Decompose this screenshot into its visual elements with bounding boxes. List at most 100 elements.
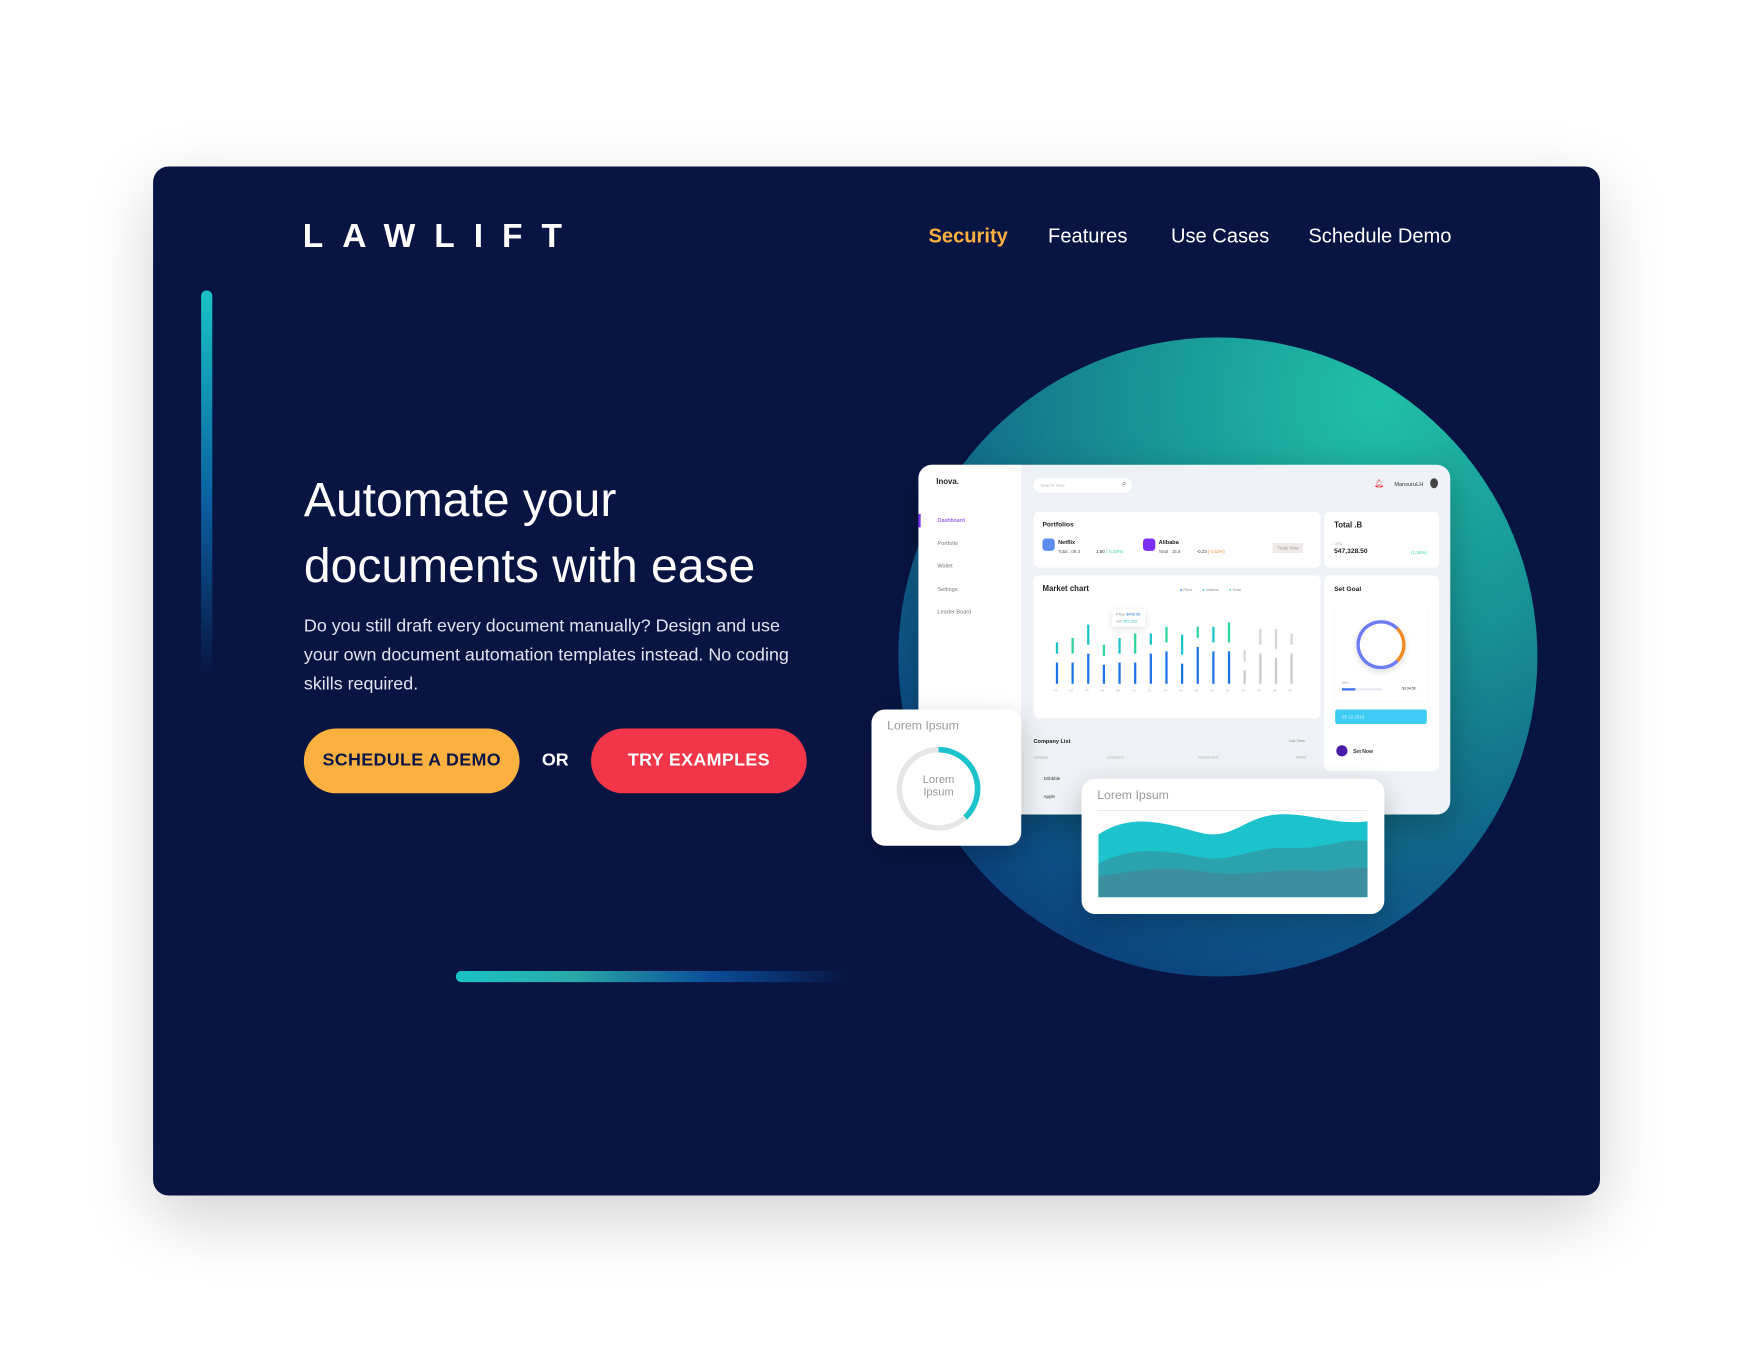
nav-security[interactable]: Security [928, 225, 1007, 248]
market-bar [1087, 653, 1090, 684]
market-title: Market chart [1042, 585, 1089, 594]
x-tick-label: 18 [1194, 688, 1199, 693]
netflix-change: 1.50 [1096, 548, 1105, 555]
x-tick-label: 08 [1116, 688, 1120, 693]
title-line-1: Automate your [303, 473, 617, 528]
market-bar [1055, 662, 1059, 684]
alibaba-name: Alibaba [1158, 539, 1179, 547]
area-chart [1098, 814, 1368, 898]
market-bar [1212, 650, 1215, 684]
col-investment: Investment [1107, 755, 1124, 760]
company-row: Apple [1043, 793, 1056, 799]
alibaba-pct: ( 0.52%) [1207, 548, 1225, 555]
x-tick-label: 26 [1256, 688, 1261, 693]
sidebar-item-dashboard: Dashboard [937, 517, 965, 525]
schedule-demo-button[interactable]: SCHEDULE A DEMO [303, 728, 520, 794]
portfolios-title: Portfolios [1042, 521, 1074, 529]
x-tick-label: 30 [1288, 688, 1292, 693]
netflix-name: Netflix [1058, 539, 1076, 547]
x-tick-label: 10 [1131, 688, 1136, 693]
volume-segment [1274, 629, 1278, 650]
dashboard-brand: Inova. [936, 478, 959, 487]
set-goal-panel: Set Goal 85% $134.50 05 12 2019 Set Now [1324, 575, 1440, 771]
logo[interactable]: LAWLIFT [303, 218, 581, 256]
x-tick-label: 12 [1147, 688, 1152, 693]
trade-now-button: Trade Now [1272, 543, 1304, 554]
alibaba-total: Total : 15.8 [1158, 548, 1181, 555]
legend-volume: ● Volume [1202, 587, 1219, 593]
total-pct: (1.34%) [1411, 549, 1427, 556]
hero-description: Do you still draft every document manual… [303, 616, 789, 694]
col-company: Company [1033, 755, 1048, 760]
x-tick-label: 06 [1100, 688, 1105, 693]
volume-segment [1055, 642, 1059, 654]
nav-schedule-demo[interactable]: Schedule Demo [1308, 225, 1451, 248]
market-bar [1274, 658, 1278, 684]
volume-segment [1165, 626, 1168, 642]
dashboard-search: Search Now ⌕ [1033, 478, 1132, 493]
goal-title: Set Goal [1334, 586, 1362, 594]
hero-section: LAWLIFT Security Features Use Cases Sche… [153, 166, 1600, 1196]
market-chart-panel: Market chart ● Price ● Volume ● Goal Pri… [1033, 575, 1321, 719]
search-placeholder: Search Now [1040, 482, 1065, 489]
set-now-button: Set Now [1353, 748, 1373, 755]
avatar [1430, 478, 1438, 489]
area-card-title: Lorem Ipsum [1097, 788, 1169, 803]
x-tick-label: 02 [1069, 688, 1074, 693]
volume-segment [1290, 633, 1293, 645]
dashboard-user: MansuruLH [1394, 481, 1424, 489]
volume-segment [1134, 633, 1137, 654]
volume-segment [1227, 621, 1231, 642]
sidebar-item-portfolio: Portfolio [937, 540, 958, 548]
portfolios-panel: Portfolios Netflix Total : 09.3 1.50 ( 0… [1033, 511, 1321, 568]
goal-pct: 85% [1341, 680, 1349, 685]
market-bar [1071, 662, 1074, 684]
title-line-2: documents with ease [303, 539, 756, 594]
market-bar [1180, 663, 1184, 684]
market-bar [1243, 670, 1246, 684]
volume-segment [1243, 650, 1246, 662]
total-panel: Total .B USD 547,328.50 (1.34%) [1324, 511, 1440, 568]
donut-card: Lorem Ipsum Lorem Ipsum [871, 709, 1022, 846]
goal-gauge [1356, 620, 1406, 670]
alibaba-change: -0.23 [1196, 548, 1207, 555]
market-bar [1165, 650, 1168, 684]
netflix-total: Total : 09.3 [1058, 548, 1080, 555]
col-present-worth: Present worth [1197, 755, 1219, 760]
sidebar-item-settings: Settings [937, 586, 958, 594]
donut-card-title: Lorem Ipsum [887, 719, 959, 733]
volume-segment [1149, 633, 1152, 645]
market-bar [1227, 650, 1231, 684]
donut-center-label: Lorem Ipsum [922, 774, 955, 799]
nav-use-cases[interactable]: Use Cases [1171, 225, 1269, 248]
market-bar [1102, 664, 1106, 684]
market-bar [1259, 653, 1262, 684]
nav-features[interactable]: Features [1048, 225, 1127, 248]
volume-segment [1087, 624, 1090, 645]
total-currency: USD [1334, 541, 1343, 547]
or-label: OR [541, 750, 569, 770]
netflix-icon [1042, 538, 1055, 551]
hero-title: Automate your documents with ease [304, 468, 840, 600]
sidebar-item-leaderboard: Leader Board [937, 608, 972, 616]
market-bar [1290, 653, 1293, 684]
goal-date-field: 05 12 2019 [1335, 709, 1427, 725]
x-tick-label: 24 [1241, 688, 1246, 693]
volume-segment [1259, 629, 1262, 645]
market-bar [1118, 662, 1121, 684]
market-bars: 01 02 04 06 08 10 12 14 16 18 20 22 24 26 28 30 [1054, 609, 1307, 693]
x-tick-label: 20 [1210, 688, 1214, 693]
volume-segment [1102, 644, 1106, 656]
x-tick-label: 28 [1272, 688, 1277, 693]
area-card: Lorem Ipsum [1081, 778, 1385, 914]
total-title: Total .B [1334, 521, 1363, 530]
try-examples-button[interactable]: TRY EXAMPLES [591, 728, 807, 794]
volume-segment [1212, 626, 1215, 642]
list-view-select: List View [1289, 738, 1305, 744]
volume-segment [1196, 626, 1199, 638]
search-icon: ⌕ [1121, 480, 1127, 489]
bell-icon: 🔔︎ [1374, 480, 1385, 489]
legend-goal: ● Goal [1229, 587, 1241, 593]
volume-segment [1180, 634, 1184, 655]
total-value: 547,328.50 [1334, 548, 1368, 556]
